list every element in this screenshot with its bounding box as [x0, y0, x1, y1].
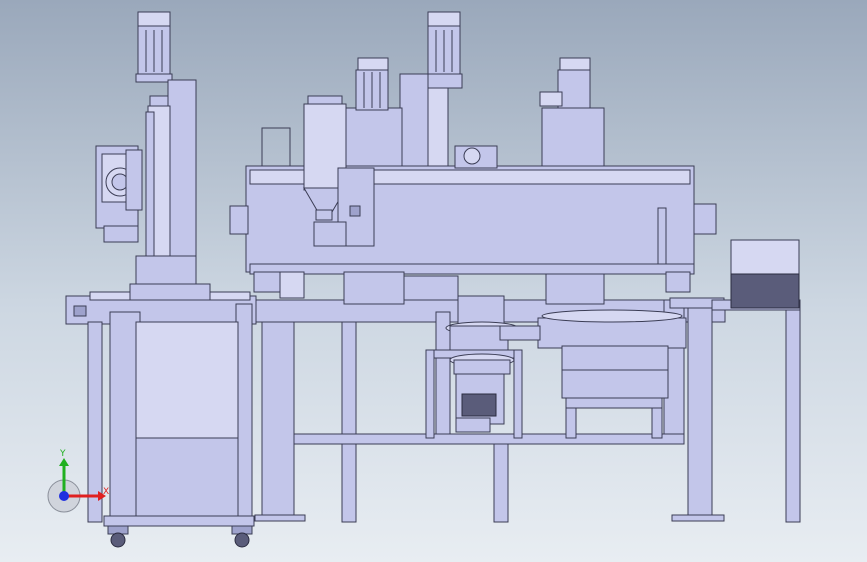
y-axis-label: Y: [59, 449, 66, 459]
motor-tower: [355, 57, 389, 111]
bowl-feeder: [499, 309, 687, 439]
gripper-head: [95, 145, 143, 243]
y-axis-arrowhead: [59, 458, 69, 466]
machine-assembly-drawing: X Y: [47, 11, 801, 548]
z-axis-dot: [59, 491, 69, 501]
cad-viewport[interactable]: X Y: [0, 0, 867, 562]
main-housing: [229, 127, 717, 275]
mobile-cart: [65, 291, 257, 548]
x-axis-label: X: [103, 487, 109, 497]
